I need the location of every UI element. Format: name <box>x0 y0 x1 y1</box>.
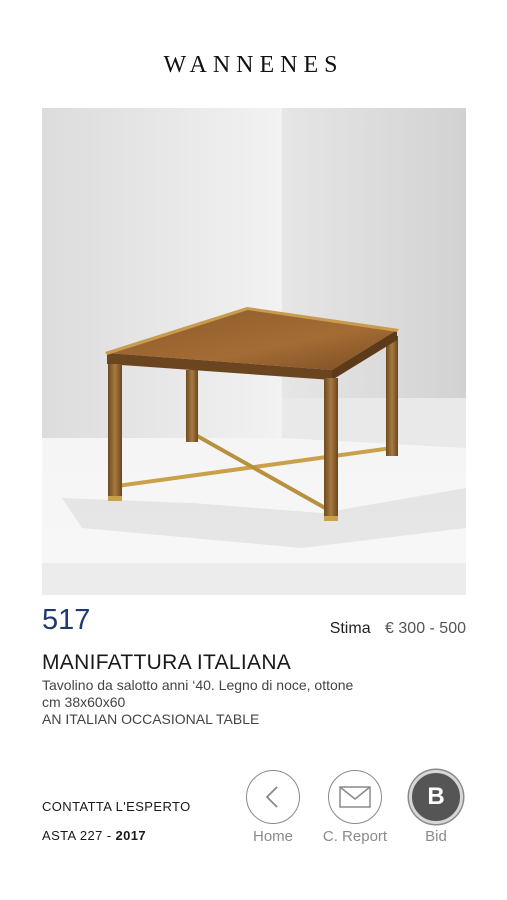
chevron-left-icon <box>246 770 300 824</box>
home-label: Home <box>252 828 293 845</box>
auction-info: ASTA 227 - 2017 <box>42 828 146 843</box>
lot-title: MANIFATTURA ITALIANA <box>42 651 292 674</box>
auction-prefix: ASTA 227 - <box>42 828 116 843</box>
condition-report-button[interactable]: C. Report <box>320 770 390 845</box>
bid-label: Bid <box>425 828 447 845</box>
lot-description: Tavolino da salotto anni ‘40. Legno di n… <box>42 677 353 728</box>
brand-logo: WANNENES <box>163 52 344 78</box>
envelope-icon <box>328 770 382 824</box>
lot-photo[interactable] <box>42 108 466 595</box>
bid-icon: B <box>409 770 463 824</box>
auction-year: 2017 <box>115 828 147 843</box>
estimate-value: € 300 - 500 <box>385 620 466 637</box>
bid-letter: B <box>427 783 445 810</box>
description-line: Tavolino da salotto anni ‘40. Legno di n… <box>42 677 354 693</box>
estimate: Stima € 300 - 500 <box>330 620 466 638</box>
home-button[interactable]: Home <box>238 770 308 845</box>
dimensions-line: cm 38x60x60 <box>42 694 126 710</box>
table-image <box>42 108 466 595</box>
lot-number: 517 <box>42 604 91 636</box>
english-title-line: AN ITALIAN OCCASIONAL TABLE <box>42 711 260 727</box>
report-label: C. Report <box>322 828 388 845</box>
bid-button[interactable]: B Bid <box>401 770 471 845</box>
contact-expert-link[interactable]: CONTATTA L'ESPERTO <box>42 799 191 814</box>
estimate-label: Stima <box>329 620 371 637</box>
